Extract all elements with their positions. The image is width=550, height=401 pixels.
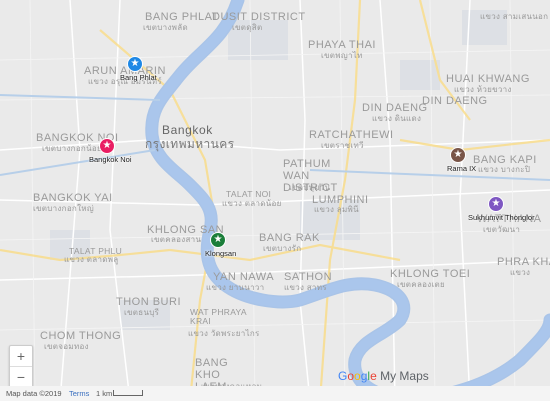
district-label: KHLONG TOEI <box>390 268 471 280</box>
star-marker-icon[interactable]: ★ <box>450 147 466 163</box>
district-label: BANG PHLAT <box>145 11 219 23</box>
district-label: BANGKOK YAI <box>33 192 113 204</box>
zoom-out-button[interactable]: − <box>10 367 32 387</box>
district-label-th: เขตพญาไท <box>321 51 363 60</box>
district-label-th: แขวง สาทร <box>284 283 327 292</box>
district-label-th: แขวง <box>510 268 531 277</box>
district-label: YAN NAWA <box>213 271 275 283</box>
district-label-th: แขวง ตลาดพลู <box>64 255 119 264</box>
district-label: PHAYA THAI <box>308 39 376 51</box>
district-label-th: เขตดุสิต <box>232 23 263 32</box>
district-label: CHOM THONG <box>40 330 122 342</box>
district-label: SATHON <box>284 271 333 283</box>
star-marker-icon[interactable]: ★ <box>210 232 226 248</box>
zoom-in-button[interactable]: + <box>10 346 32 366</box>
city-label: Bangkok <box>162 123 213 137</box>
district-label-th: แขวง ยานนาวา <box>206 283 265 292</box>
attribution-text: Map data ©2019 <box>6 389 62 398</box>
district-label-th: แขวง วัดพระยาไกร <box>188 329 260 338</box>
district-label: HUAI KHWANG <box>446 73 530 85</box>
zoom-control: + − <box>9 345 33 388</box>
district-label: DIN DAENG <box>362 102 428 114</box>
district-label-th: เขตราชเทวี <box>321 141 364 150</box>
marker-label: Rama IX <box>447 164 477 173</box>
district-label-th: เขตคลองสาน <box>151 235 202 244</box>
district-label: PHRA KHA <box>497 256 550 268</box>
district-label-th: แขวง ห้วยขวาง <box>454 85 512 94</box>
star-marker-icon[interactable]: ★ <box>99 138 115 154</box>
district-label-th: เขตธนบุรี <box>124 308 160 317</box>
district-label: BANG RAK <box>259 232 320 244</box>
map-canvas[interactable]: BANG PHLAT เขตบางพลัด DUSIT DISTRICT เขต… <box>0 0 550 401</box>
scale-bar <box>113 390 143 396</box>
district-label-th: แขวง สามเสนนอก <box>480 12 549 21</box>
district-label: DUSIT DISTRICT <box>212 11 306 23</box>
star-marker-icon[interactable]: ★ <box>488 196 504 212</box>
district-label: TALAT NOI <box>226 189 272 199</box>
district-label-th: เขตปทุมวัน <box>289 183 331 192</box>
terms-link[interactable]: Terms <box>69 389 89 398</box>
district-label-th: เขตบางพลัด <box>143 23 188 32</box>
district-label: THON BURI <box>116 296 181 308</box>
district-label-th: แขวง ตลาดน้อย <box>222 199 282 208</box>
star-marker-icon[interactable]: ★ <box>127 56 143 72</box>
district-label-th: เขตวัฒนา <box>483 225 521 234</box>
district-label: DIN DAENG <box>422 95 488 107</box>
map-footer: Map data ©2019 Terms 1 km <box>0 386 550 401</box>
district-label-th: เขตคลองเตย <box>397 280 445 289</box>
marker-label: Sukhumvit Thonglor <box>468 213 535 222</box>
district-label-th: แขวง ลุมพินี <box>314 205 359 214</box>
city-label-th: กรุงเทพมหานคร <box>145 137 235 151</box>
district-label-th: เขตบางกอกน้อย <box>42 144 102 153</box>
google-my-maps-logo: Google My Maps <box>338 369 429 383</box>
district-label-th: เขตจอมทอง <box>44 342 89 351</box>
marker-label: Klongsan <box>205 249 237 258</box>
scale-label: 1 km <box>96 389 113 398</box>
district-label: RATCHATHEWI <box>309 129 394 141</box>
marker-label: Bangkok Noi <box>89 155 132 164</box>
district-label-th: แขวง ดินแดง <box>372 114 422 123</box>
district-label-th: เขตบางรัก <box>263 244 302 253</box>
district-label-th: เขตบางกอกใหญ่ <box>33 204 94 213</box>
district-label-th: แขวง บางกะปิ <box>478 165 531 174</box>
district-label: WAT PHRAYA KRAI <box>190 307 247 326</box>
marker-label: Bang Phlat <box>120 73 157 82</box>
